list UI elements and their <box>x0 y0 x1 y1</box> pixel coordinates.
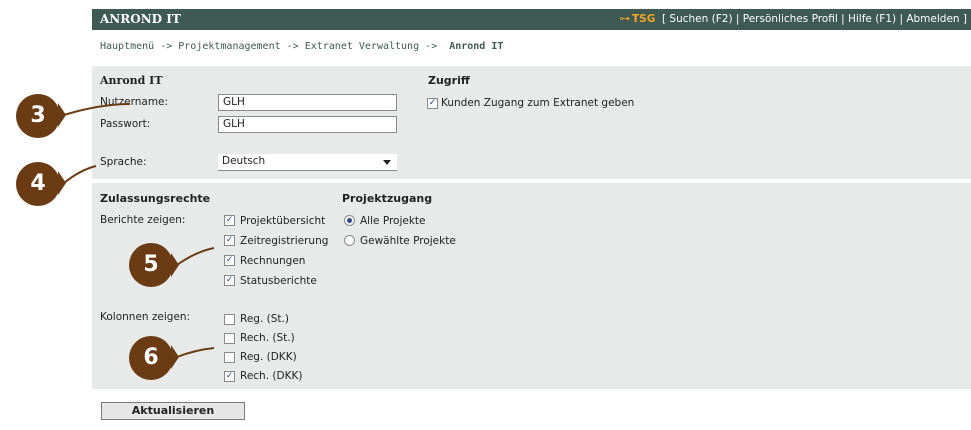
callout-badge: 3 <box>16 94 60 138</box>
callout-badge: 5 <box>129 243 173 287</box>
callout-badge: 6 <box>129 336 173 380</box>
callout-badge: 4 <box>16 162 60 206</box>
